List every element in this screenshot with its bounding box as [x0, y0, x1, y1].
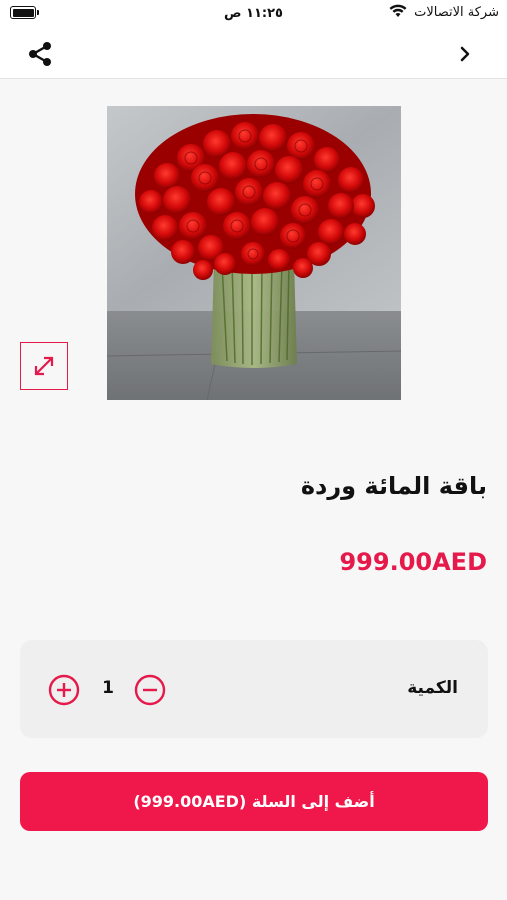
navigation-bar [0, 30, 507, 79]
wifi-icon [389, 4, 407, 17]
status-bar: ١١:٢٥ ص شركة الاتصالات [0, 0, 507, 30]
minus-circle-icon[interactable] [134, 674, 166, 706]
quantity-label: الكمية [407, 678, 458, 698]
product-image[interactable] [107, 106, 401, 400]
carrier-name: شركة الاتصالات [414, 5, 499, 20]
expand-icon [34, 356, 54, 376]
plus-circle-icon[interactable] [48, 674, 80, 706]
chevron-right-icon[interactable] [457, 42, 473, 66]
share-icon[interactable] [26, 40, 54, 68]
product-title: باقة المائة وردة [300, 472, 487, 500]
quantity-value: 1 [102, 678, 114, 698]
add-to-cart-button[interactable]: أضف إلى السلة (999.00AED) [20, 772, 488, 831]
expand-image-button[interactable] [20, 342, 68, 390]
quantity-card: الكمية 1 [20, 640, 488, 738]
roses-bouquet-illustration [107, 106, 401, 400]
product-price: 999.00AED [339, 548, 487, 576]
